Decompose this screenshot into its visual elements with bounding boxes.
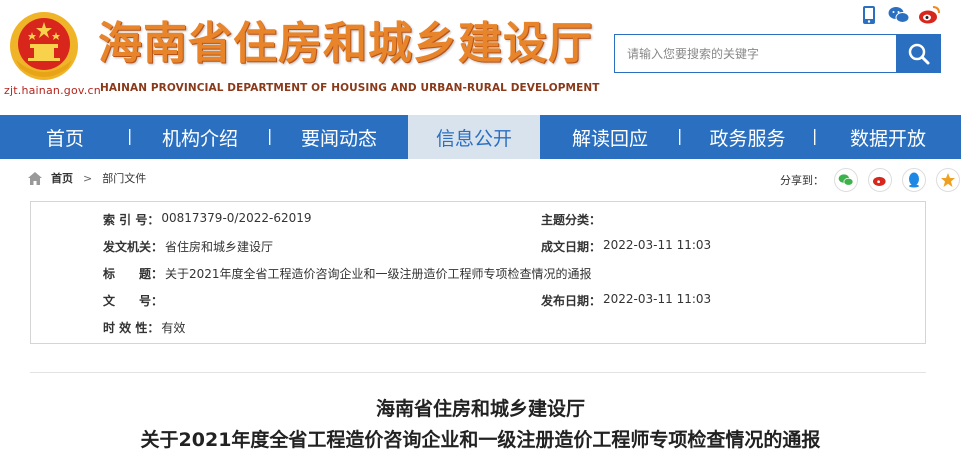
- meta-title-value: 关于2021年度全省工程造价咨询企业和一级注册造价工程师专项检查情况的通报: [165, 267, 592, 281]
- meta-title-label: 标 题：: [103, 267, 164, 281]
- share-weibo-icon[interactable]: [868, 168, 892, 192]
- meta-created: 成文日期： 2022-03-11 11:03: [541, 238, 711, 255]
- nav-item-services[interactable]: 政务服务: [680, 115, 815, 159]
- search-button[interactable]: [896, 34, 941, 73]
- nav-item-info-disclosure[interactable]: 信息公开: [408, 115, 540, 159]
- search-input[interactable]: 请输入您要搜索的关键字: [614, 34, 896, 73]
- share-favorite-icon[interactable]: [936, 168, 960, 192]
- meta-published-value: 2022-03-11 11:03: [603, 292, 712, 306]
- weibo-icon[interactable]: [918, 4, 940, 26]
- document-title: 关于2021年度全省工程造价咨询企业和一级注册造价工程师专项检查情况的通报: [140, 429, 821, 451]
- meta-published-label: 发布日期：: [541, 294, 602, 308]
- meta-created-label: 成文日期：: [541, 240, 602, 254]
- meta-issuer: 发文机关： 省住房和城乡建设厅: [103, 238, 273, 255]
- site-subtitle: HAINAN PROVINCIAL DEPARTMENT OF HOUSING …: [100, 82, 600, 94]
- content-divider: [30, 372, 926, 373]
- main-nav: 首页 | 机构介绍 | 要闻动态 信息公开 解读回应 | 政务服务 | 数据开放: [0, 115, 961, 159]
- meta-published: 发布日期： 2022-03-11 11:03: [541, 292, 711, 309]
- breadcrumb-current[interactable]: 部门文件: [102, 170, 146, 186]
- meta-validity: 时 效 性： 有效: [103, 319, 185, 336]
- wechat-icon[interactable]: [888, 4, 910, 26]
- meta-index-value: 00817379-0/2022-62019: [161, 211, 312, 225]
- share-label: 分享到：: [780, 174, 824, 187]
- top-icons: [858, 4, 940, 26]
- meta-title: 标 题： 关于2021年度全省工程造价咨询企业和一级注册造价工程师专项检查情况的…: [103, 265, 592, 282]
- share-bar: 分享到：: [780, 168, 960, 192]
- nav-item-interpretation[interactable]: 解读回应: [540, 115, 680, 159]
- site-header: zjt.hainan.gov.cn 海南省住房和城乡建设厅 HAINAN PRO…: [0, 0, 961, 115]
- nav-item-home[interactable]: 首页: [0, 115, 130, 159]
- breadcrumb-separator: >: [83, 171, 93, 185]
- site-domain: zjt.hainan.gov.cn: [4, 84, 101, 97]
- nav-item-news[interactable]: 要闻动态: [270, 115, 408, 159]
- meta-topic-label: 主题分类：: [541, 213, 602, 227]
- home-icon: [28, 171, 42, 185]
- share-qq-icon[interactable]: [902, 168, 926, 192]
- meta-topic: 主题分类：: [541, 211, 603, 228]
- meta-issuer-label: 发文机关：: [103, 240, 164, 254]
- site-title[interactable]: 海南省住房和城乡建设厅: [98, 16, 593, 72]
- breadcrumb: 首页 > 部门文件: [28, 170, 146, 186]
- meta-index-label: 索 引 号：: [103, 213, 160, 227]
- meta-docno: 文 号：: [103, 292, 165, 309]
- document-meta-box: 索 引 号： 00817379-0/2022-62019 主题分类： 发文机关：…: [30, 201, 926, 344]
- document-title-issuer: 海南省住房和城乡建设厅: [375, 398, 585, 420]
- meta-validity-label: 时 效 性：: [103, 321, 160, 335]
- share-wechat-icon[interactable]: [834, 168, 858, 192]
- nav-item-open-data[interactable]: 数据开放: [815, 115, 961, 159]
- mobile-icon[interactable]: [858, 4, 880, 26]
- meta-validity-value: 有效: [161, 321, 186, 335]
- national-emblem-icon[interactable]: [6, 8, 82, 84]
- meta-docno-label: 文 号：: [103, 294, 164, 308]
- meta-index: 索 引 号： 00817379-0/2022-62019: [103, 211, 312, 228]
- meta-created-value: 2022-03-11 11:03: [603, 238, 712, 252]
- breadcrumb-home[interactable]: 首页: [51, 170, 73, 186]
- meta-issuer-value: 省住房和城乡建设厅: [165, 240, 274, 254]
- nav-item-about[interactable]: 机构介绍: [130, 115, 270, 159]
- search-icon: [908, 43, 929, 64]
